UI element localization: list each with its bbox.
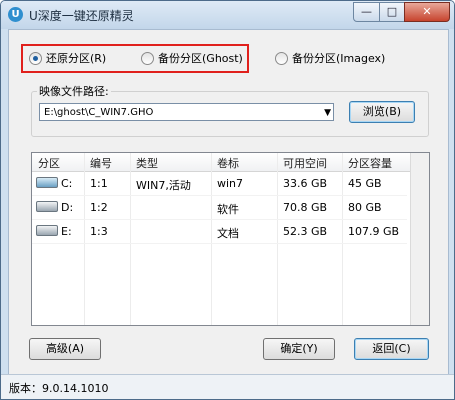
- cell-free-space: 70.8 GB: [283, 201, 328, 214]
- window-title: U深度一键还原精灵: [29, 9, 134, 23]
- cell-type: WIN7,活动: [136, 179, 191, 192]
- cell-drive: E:: [61, 225, 72, 238]
- cell-free-space: 52.3 GB: [283, 225, 328, 238]
- radio-backup-ghost[interactable]: 备份分区(Ghost): [141, 50, 243, 66]
- image-path-label: 映像文件路径:: [37, 83, 111, 99]
- partition-table: 分区 编号 类型 卷标 可用空间 分区容量 C: 1:1 WIN7,活动 win…: [31, 152, 430, 326]
- cell-capacity: 107.9 GB: [348, 225, 400, 238]
- title-bar[interactable]: U U深度一键还原精灵 — □ ✕: [1, 1, 454, 29]
- image-path-combobox[interactable]: E:\ghost\C_WIN7.GHO ▼: [39, 103, 334, 121]
- radio-restore-partition[interactable]: 还原分区(R): [29, 50, 106, 66]
- radio-selected-icon[interactable]: [29, 51, 42, 65]
- status-bar: 版本：9.0.14.1010: [1, 374, 454, 399]
- drive-icon: [36, 225, 58, 236]
- cell-number: 1:2: [90, 201, 108, 214]
- column-header-number[interactable]: 编号: [90, 155, 112, 171]
- drive-icon: [36, 201, 58, 212]
- table-header: 分区 编号 类型 卷标 可用空间 分区容量: [32, 153, 429, 172]
- dialog-body: 还原分区(R) 备份分区(Ghost) 备份分区(Imagex) 映像文件路径:…: [8, 29, 449, 375]
- cell-number: 1:1: [90, 177, 108, 190]
- ok-button[interactable]: 确定(Y): [263, 338, 335, 360]
- version-text: 版本：9.0.14.1010: [9, 382, 109, 395]
- column-header-type[interactable]: 类型: [136, 155, 158, 171]
- column-header-capacity[interactable]: 分区容量: [348, 155, 392, 171]
- app-logo-icon: U: [8, 7, 23, 22]
- browse-button[interactable]: 浏览(B): [349, 101, 415, 123]
- table-scrollbar[interactable]: [410, 153, 429, 325]
- dropdown-arrow-icon[interactable]: ▼: [324, 104, 331, 122]
- advanced-button[interactable]: 高级(A): [29, 338, 101, 360]
- cell-number: 1:3: [90, 225, 108, 238]
- table-row[interactable]: C: 1:1 WIN7,活动 win7 33.6 GB 45 GB: [32, 172, 407, 196]
- radio-unselected-icon[interactable]: [275, 51, 288, 65]
- cell-label: 软件: [217, 203, 239, 216]
- close-button[interactable]: ✕: [404, 2, 450, 22]
- radio-backup-imagex[interactable]: 备份分区(Imagex): [275, 50, 385, 66]
- cell-free-space: 33.6 GB: [283, 177, 328, 190]
- radio-label-backup-ghost: 备份分区(Ghost): [158, 52, 243, 65]
- column-header-free-space[interactable]: 可用空间: [283, 155, 327, 171]
- radio-unselected-icon[interactable]: [141, 51, 154, 65]
- cell-drive: C:: [61, 177, 73, 190]
- cell-capacity: 45 GB: [348, 177, 382, 190]
- minimize-button[interactable]: —: [353, 2, 380, 22]
- column-header-partition[interactable]: 分区: [38, 155, 60, 171]
- maximize-button[interactable]: □: [379, 2, 405, 22]
- radio-label-restore: 还原分区(R): [46, 52, 107, 65]
- column-header-label[interactable]: 卷标: [217, 155, 239, 171]
- cell-label: 文档: [217, 227, 239, 240]
- back-button[interactable]: 返回(C): [354, 338, 429, 360]
- table-row[interactable]: D: 1:2 软件 70.8 GB 80 GB: [32, 196, 407, 220]
- radio-label-backup-imagex: 备份分区(Imagex): [292, 52, 386, 65]
- cell-label: win7: [217, 177, 244, 190]
- cell-capacity: 80 GB: [348, 201, 382, 214]
- app-window: U U深度一键还原精灵 — □ ✕ 还原分区(R) 备份分区(Ghost) 备份…: [0, 0, 455, 400]
- system-drive-icon: [36, 177, 58, 188]
- table-row[interactable]: E: 1:3 文档 52.3 GB 107.9 GB: [32, 220, 407, 244]
- cell-drive: D:: [61, 201, 74, 214]
- image-path-value: E:\ghost\C_WIN7.GHO: [44, 107, 154, 118]
